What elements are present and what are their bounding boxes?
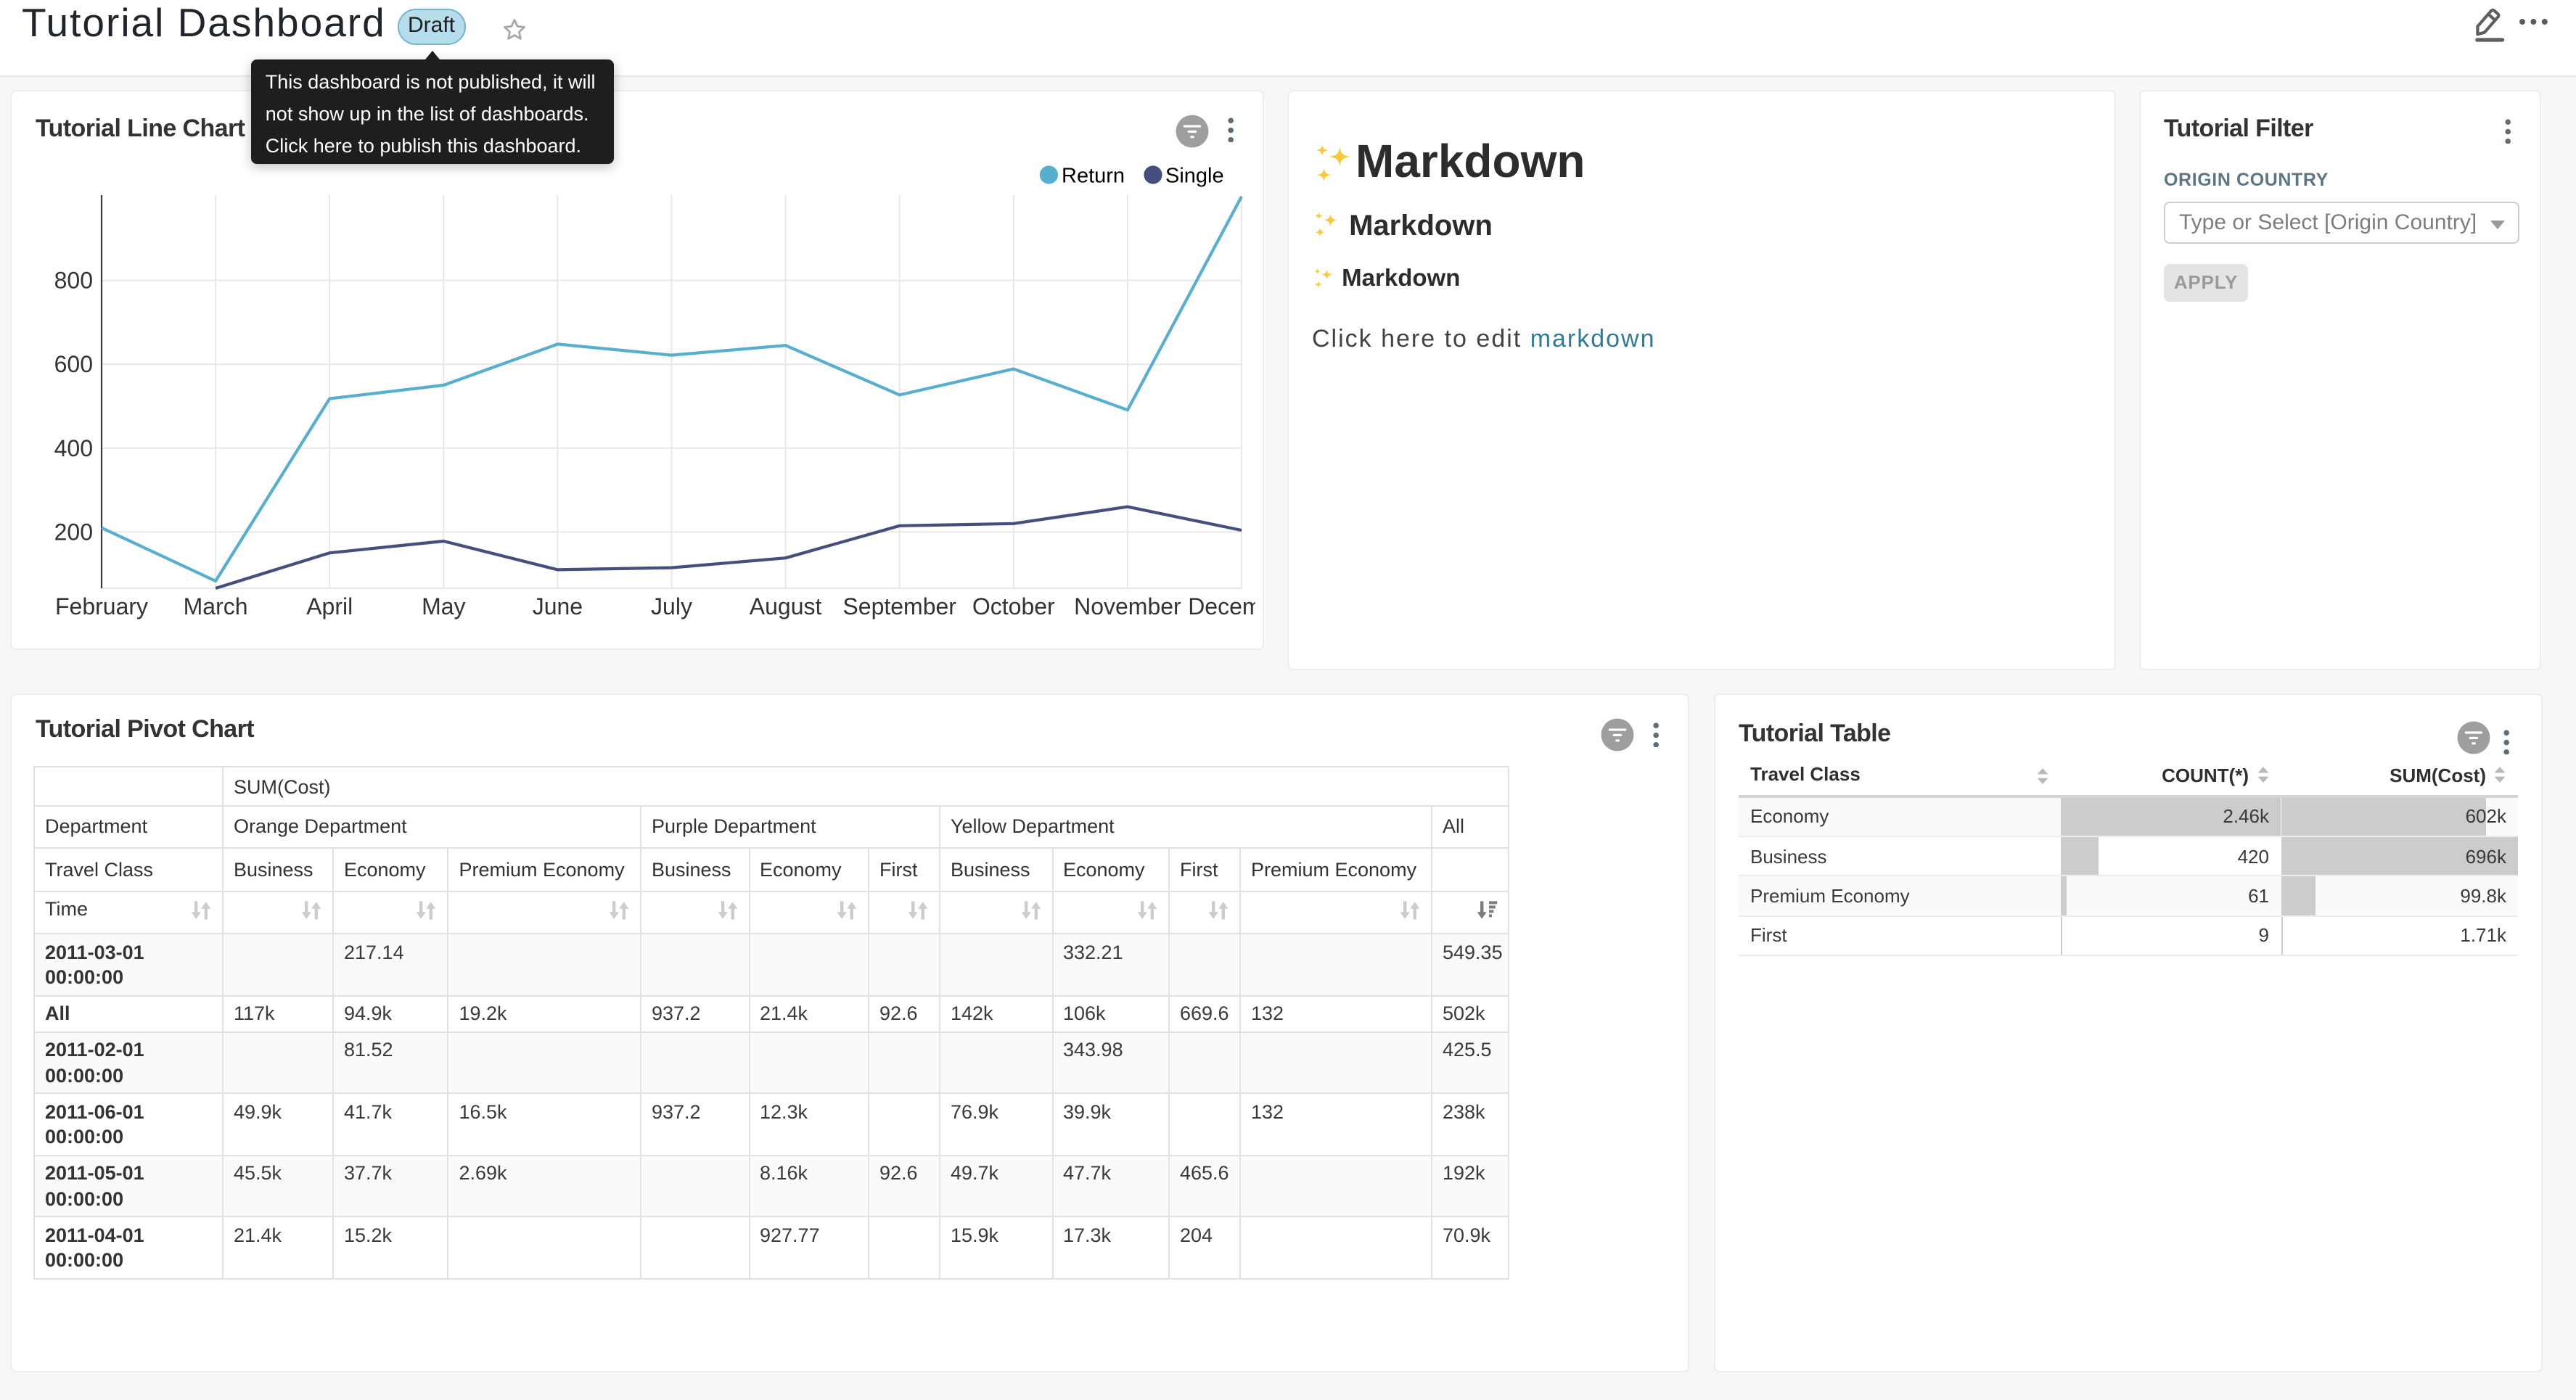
svg-text:March: March [184,593,248,619]
svg-text:December: December [1188,593,1255,619]
svg-text:200: 200 [54,519,93,545]
svg-text:September: September [842,593,956,619]
svg-text:400: 400 [54,435,93,461]
svg-text:Single: Single [1165,165,1224,188]
svg-text:October: October [972,593,1055,619]
svg-text:February: February [55,593,148,619]
svg-text:600: 600 [54,351,93,377]
svg-text:Return: Return [1062,165,1125,188]
svg-text:July: July [651,593,692,619]
svg-text:April: April [306,593,353,619]
svg-text:August: August [750,593,822,619]
svg-text:800: 800 [54,268,93,294]
svg-text:November: November [1074,593,1181,619]
svg-text:May: May [422,593,465,619]
svg-text:June: June [533,593,583,619]
